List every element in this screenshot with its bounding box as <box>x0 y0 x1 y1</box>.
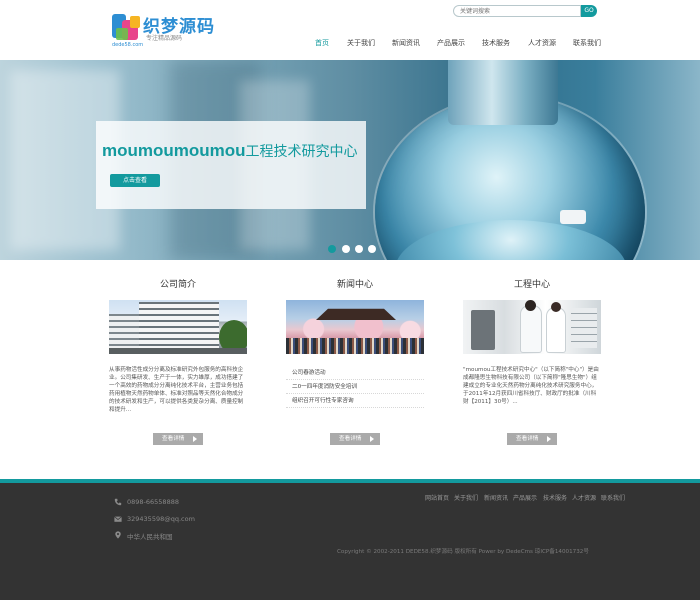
nav-item-about[interactable]: 关于我们 <box>347 38 375 48</box>
nav-item-home[interactable]: 首页 <box>315 38 329 48</box>
banner-title: moumoumoumou工程技术研究中心 <box>102 141 358 160</box>
logo-tagline: 专注精品源码 <box>146 35 183 42</box>
search-input[interactable] <box>453 5 581 17</box>
footer-nav-contact[interactable]: 联系我们 <box>601 493 625 502</box>
news-title: 新闻中心 <box>336 280 373 290</box>
nav-item-contact[interactable]: 联系我们 <box>573 38 601 48</box>
site-logo[interactable]: 织梦源码 专注精品源码 dede58.com <box>112 12 222 48</box>
about-more-button[interactable]: 查看详情 <box>153 433 203 445</box>
arrow-right-icon <box>547 436 551 442</box>
logo-mark-icon <box>112 12 142 42</box>
about-title: 公司简介 <box>159 280 196 290</box>
footer-nav-services[interactable]: 技术服务 <box>543 493 567 502</box>
logo-domain: dede58.com <box>112 42 144 48</box>
hero-banner[interactable]: moumoumoumou工程技术研究中心 点击查看 <box>0 60 700 260</box>
news-item[interactable]: 公司春游活动 <box>286 366 424 380</box>
footer-nav-about[interactable]: 关于我们 <box>454 493 478 502</box>
footer-nav-products[interactable]: 产品展示 <box>513 493 537 502</box>
engineering-more-button[interactable]: 查看详情 <box>507 433 557 445</box>
search-bar: GO <box>453 5 597 17</box>
nav-item-products[interactable]: 产品展示 <box>437 38 465 48</box>
mail-icon <box>114 516 122 522</box>
nav-item-services[interactable]: 技术服务 <box>482 38 510 48</box>
slider-dot-4[interactable] <box>368 245 376 253</box>
news-item[interactable]: 二0一四年度消防安全培训 <box>286 380 424 394</box>
nav-item-news[interactable]: 新闻资讯 <box>392 38 420 48</box>
about-image[interactable] <box>109 300 247 354</box>
phone-icon <box>114 498 122 506</box>
news-list: 公司春游活动 二0一四年度消防安全培训 组织召开可行性专家咨询 <box>286 366 424 408</box>
arrow-right-icon <box>193 436 197 442</box>
about-text: 从事药物活性成分分离及标准研究外包服务的高科技企业。公司集研发、生产于一体，实力… <box>109 367 244 413</box>
engineering-image[interactable] <box>463 300 601 354</box>
news-item[interactable]: 组织召开可行性专家咨询 <box>286 394 424 408</box>
slider-dot-2[interactable] <box>342 245 350 253</box>
footer-nav-home[interactable]: 网站首页 <box>425 493 449 502</box>
footer-nav-news[interactable]: 新闻资讯 <box>484 493 508 502</box>
footer-nav-talent[interactable]: 人才资源 <box>572 493 596 502</box>
arrow-right-icon <box>370 436 374 442</box>
news-image[interactable] <box>286 300 424 354</box>
banner-caption: moumoumoumou工程技术研究中心 点击查看 <box>96 121 366 209</box>
news-more-button[interactable]: 查看详情 <box>330 433 380 445</box>
nav-item-talent[interactable]: 人才资源 <box>528 38 556 48</box>
site-header: 织梦源码 专注精品源码 dede58.com GO 首页 关于我们 新闻资讯 产… <box>0 0 700 60</box>
copyright-text: Copyright © 2002-2011 DEDE58.织梦源码 版权所有 P… <box>337 549 589 555</box>
slider-dot-3[interactable] <box>355 245 363 253</box>
slider-dot-1[interactable] <box>328 245 336 253</box>
search-button[interactable]: GO <box>581 5 597 17</box>
engineering-title: 工程中心 <box>513 280 550 290</box>
location-pin-icon <box>115 531 121 539</box>
banner-view-button[interactable]: 点击查看 <box>110 174 160 187</box>
engineering-text: "moumou工程技术研究中心"（以下简称"中心"）是由成都隆思生物科技有限公司… <box>463 367 599 405</box>
